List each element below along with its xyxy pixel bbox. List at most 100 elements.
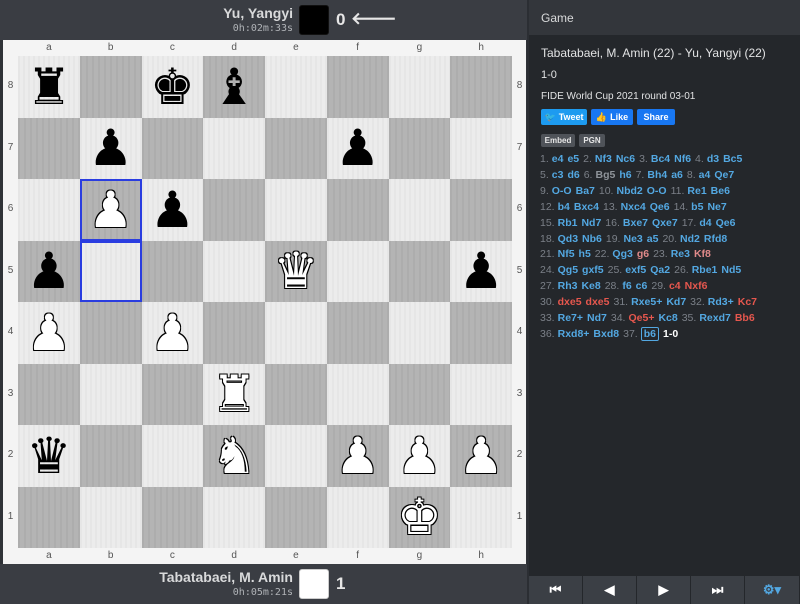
move[interactable]: Nf6 xyxy=(674,153,691,165)
move[interactable]: Kc7 xyxy=(738,296,757,308)
move[interactable]: Nd2 xyxy=(680,233,700,245)
move[interactable]: a4 xyxy=(699,169,711,181)
move[interactable]: Ne7 xyxy=(707,201,726,213)
square-f8[interactable] xyxy=(326,56,389,118)
move[interactable]: Re1 xyxy=(687,185,706,197)
square-e1[interactable] xyxy=(265,486,327,548)
square-b3[interactable] xyxy=(79,363,142,425)
square-b8[interactable] xyxy=(79,56,142,118)
move[interactable]: Qa2 xyxy=(650,264,670,276)
square-c1[interactable] xyxy=(141,486,204,548)
square-f1[interactable] xyxy=(326,486,389,548)
square-g8[interactable] xyxy=(388,56,451,118)
move[interactable]: Qxe7 xyxy=(652,217,678,229)
square-e7[interactable] xyxy=(265,117,327,179)
current-move[interactable]: b6 xyxy=(640,326,659,341)
move[interactable]: Nb6 xyxy=(582,233,602,245)
move[interactable]: Bb6 xyxy=(735,312,755,324)
move[interactable]: Nd5 xyxy=(721,264,741,276)
square-g3[interactable] xyxy=(388,363,451,425)
square-e6[interactable] xyxy=(265,179,327,241)
move[interactable]: c6 xyxy=(636,280,648,292)
previous-move-button[interactable]: ◀ xyxy=(583,576,637,604)
square-b4[interactable] xyxy=(79,302,142,364)
square-f4[interactable] xyxy=(326,302,389,364)
move[interactable]: Nf3 xyxy=(595,153,612,165)
move[interactable]: Rbe1 xyxy=(692,264,718,276)
square-c5[interactable] xyxy=(141,240,204,302)
square-a6[interactable] xyxy=(18,179,80,241)
move[interactable]: b5 xyxy=(691,201,703,213)
square-f3[interactable] xyxy=(326,363,389,425)
move[interactable]: Nd7 xyxy=(581,217,601,229)
square-d4[interactable] xyxy=(203,302,265,364)
square-a7[interactable] xyxy=(18,117,80,179)
square-h8[interactable] xyxy=(450,56,512,118)
move[interactable]: Qg3 xyxy=(612,248,632,260)
first-move-button[interactable]: ⏮ xyxy=(529,576,583,604)
move[interactable]: dxe5 xyxy=(558,296,582,308)
chessboard[interactable]: ♜ ♚ ♝ ♟ ♟ ♟ ♟ ♟ ♛ ♟ ♟ ♟ ♜ ♛ ♞ ♟ ♟ ♟ ♚ xyxy=(18,56,512,548)
move[interactable]: Re3 xyxy=(671,248,690,260)
square-e4[interactable] xyxy=(265,302,327,364)
square-c7[interactable] xyxy=(141,117,204,179)
move[interactable]: Be6 xyxy=(711,185,730,197)
black-pawn-a5[interactable]: ♟ xyxy=(18,241,80,303)
white-knight-d2[interactable]: ♞ xyxy=(203,425,265,487)
move[interactable]: Qe7 xyxy=(714,169,734,181)
move[interactable]: Ne3 xyxy=(623,233,642,245)
square-h7[interactable] xyxy=(450,117,512,179)
move[interactable]: Bxc4 xyxy=(574,201,599,213)
square-h6[interactable] xyxy=(450,179,512,241)
move[interactable]: Nbd2 xyxy=(616,185,642,197)
move[interactable]: dxe5 xyxy=(586,296,610,308)
black-bishop-d8[interactable]: ♝ xyxy=(203,56,265,118)
move[interactable]: Bc5 xyxy=(723,153,742,165)
square-e2[interactable] xyxy=(265,425,327,487)
move[interactable]: d3 xyxy=(707,153,719,165)
move[interactable]: Rh3 xyxy=(558,280,578,292)
white-rook-d3[interactable]: ♜ xyxy=(203,364,265,426)
square-c3[interactable] xyxy=(141,363,204,425)
move[interactable]: Bxe7 xyxy=(623,217,648,229)
square-g6[interactable] xyxy=(388,179,451,241)
move[interactable]: d6 xyxy=(567,169,579,181)
move[interactable]: Nxf6 xyxy=(685,280,708,292)
move[interactable]: Qg5 xyxy=(558,264,578,276)
square-d6[interactable] xyxy=(203,179,265,241)
move[interactable]: c4 xyxy=(669,280,681,292)
move[interactable]: exf5 xyxy=(625,264,646,276)
move[interactable]: Rxd8+ xyxy=(558,328,590,340)
square-e3[interactable] xyxy=(265,363,327,425)
move[interactable]: Bc4 xyxy=(651,153,670,165)
move[interactable]: Re7+ xyxy=(558,312,583,324)
black-pawn-f7[interactable]: ♟ xyxy=(327,118,389,180)
square-h4[interactable] xyxy=(450,302,512,364)
move[interactable]: O-O xyxy=(552,185,572,197)
move[interactable]: Qd3 xyxy=(558,233,578,245)
move[interactable]: h6 xyxy=(619,169,631,181)
square-g5[interactable] xyxy=(388,240,451,302)
white-pawn-a4[interactable]: ♟ xyxy=(18,302,80,364)
move[interactable]: Kc8 xyxy=(658,312,677,324)
black-pawn-h5[interactable]: ♟ xyxy=(450,241,512,303)
black-rook-a8[interactable]: ♜ xyxy=(18,56,80,118)
square-c2[interactable] xyxy=(141,425,204,487)
white-king-g1[interactable]: ♚ xyxy=(389,487,451,549)
move[interactable]: O-O xyxy=(647,185,667,197)
move[interactable]: Nxc4 xyxy=(621,201,646,213)
white-pawn-c4[interactable]: ♟ xyxy=(142,302,204,364)
share-button[interactable]: Share xyxy=(637,109,675,125)
move[interactable]: Qe5+ xyxy=(628,312,654,324)
square-b2[interactable] xyxy=(79,425,142,487)
move[interactable]: gxf5 xyxy=(582,264,604,276)
square-d5[interactable] xyxy=(203,240,265,302)
square-h3[interactable] xyxy=(450,363,512,425)
black-pawn-c6[interactable]: ♟ xyxy=(142,179,204,241)
black-pawn-b7[interactable]: ♟ xyxy=(80,118,142,180)
black-queen-a2[interactable]: ♛ xyxy=(18,425,80,487)
move[interactable]: d4 xyxy=(699,217,711,229)
move[interactable]: b4 xyxy=(558,201,570,213)
square-f6[interactable] xyxy=(326,179,389,241)
move[interactable]: Rxe5+ xyxy=(631,296,662,308)
